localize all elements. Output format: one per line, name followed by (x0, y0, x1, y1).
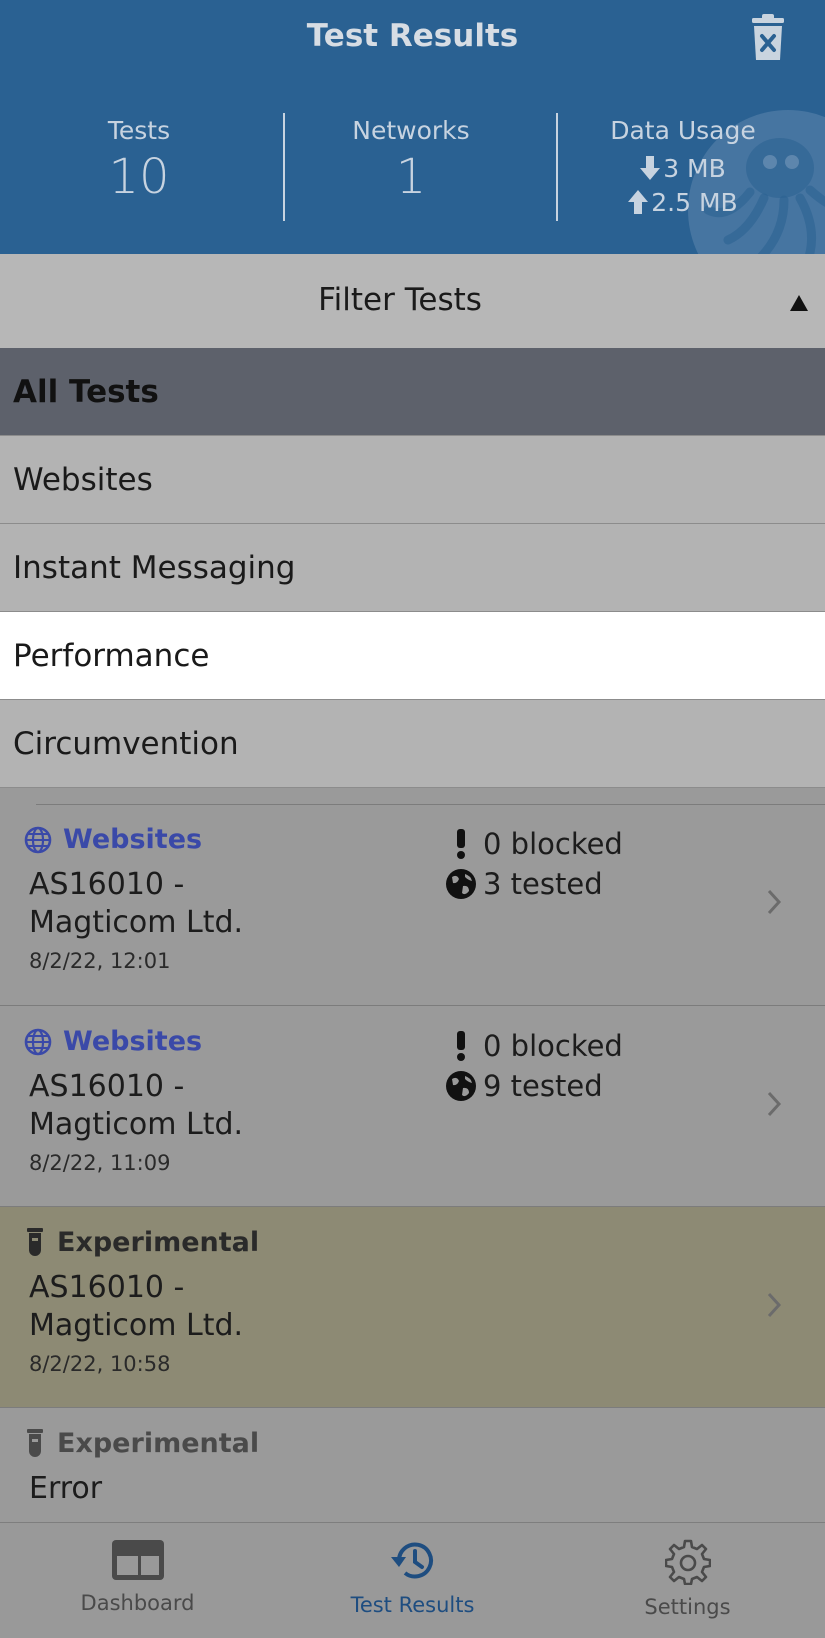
result-category: Websites (24, 824, 202, 855)
filter-option-all-tests[interactable]: All Tests (0, 348, 825, 436)
tested-count: 9 tested (483, 1069, 603, 1103)
filter-options: All Tests Websites Instant Messaging Per… (0, 348, 825, 788)
networks-label: Networks (352, 116, 470, 145)
tab-settings[interactable]: Settings (550, 1539, 825, 1619)
result-row[interactable]: Experimental AS16010 - Magticom Ltd. 8/2… (0, 1206, 825, 1407)
result-category: Experimental (24, 1428, 259, 1459)
result-row[interactable]: Websites AS16010 - Magticom Ltd. 8/2/22,… (0, 804, 825, 1005)
result-date: 8/2/22, 11:09 (29, 1151, 171, 1175)
delete-all-icon[interactable] (748, 14, 788, 62)
result-category-label: Experimental (57, 1227, 260, 1258)
tab-test-results-label: Test Results (350, 1593, 475, 1617)
result-row[interactable]: Websites AS16010 - Magticom Ltd. 8/2/22,… (0, 1005, 825, 1206)
tested-count: 3 tested (483, 867, 603, 901)
upload-arrow-icon (628, 190, 649, 214)
data-usage-label: Data Usage (610, 116, 756, 145)
result-network: AS16010 - Magticom Ltd. (29, 1068, 329, 1144)
bottom-tab-bar: Dashboard Test Results Settings (0, 1522, 825, 1638)
globe-icon (24, 826, 52, 853)
result-stats: 0 blocked 9 tested (443, 1026, 623, 1106)
filter-tests-toggle[interactable]: Filter Tests (0, 254, 825, 348)
result-category: Experimental (24, 1227, 259, 1258)
result-category: Websites (24, 1026, 202, 1057)
upload-usage: 2.5 MB (548, 185, 818, 219)
result-date: 8/2/22, 12:01 (29, 949, 171, 973)
caret-up-icon (790, 295, 808, 311)
result-network: Error (29, 1470, 329, 1508)
download-arrow-icon (640, 156, 661, 180)
filter-option-instant-messaging[interactable]: Instant Messaging (0, 524, 825, 612)
result-network-line2: Magticom Ltd. (29, 1308, 244, 1343)
page-title: Test Results (306, 18, 519, 54)
filter-option-websites[interactable]: Websites (0, 436, 825, 524)
result-network: AS16010 - Magticom Ltd. (29, 1269, 329, 1345)
dashboard-icon (111, 1540, 164, 1580)
test-tube-icon (27, 1227, 43, 1256)
data-usage-stat: Data Usage 3 MB 2.5 MB (548, 116, 818, 219)
exclamation-icon (457, 829, 465, 859)
tab-dashboard[interactable]: Dashboard (0, 1539, 275, 1615)
exclamation-icon (457, 1031, 465, 1061)
chevron-right-icon (767, 1091, 782, 1117)
tab-test-results[interactable]: Test Results (275, 1539, 550, 1617)
result-network-line2: Magticom Ltd. (29, 905, 244, 940)
results-list: Websites AS16010 - Magticom Ltd. 8/2/22,… (0, 804, 825, 1608)
upload-value: 2.5 MB (651, 187, 738, 217)
filter-option-circumvention[interactable]: Circumvention (0, 700, 825, 788)
networks-stat: Networks 1 (276, 116, 546, 205)
history-icon (390, 1542, 433, 1579)
result-network-line1: AS16010 - (29, 867, 185, 902)
filter-option-performance[interactable]: Performance (0, 612, 825, 700)
tab-settings-label: Settings (644, 1595, 731, 1619)
tests-count: 10 (108, 149, 170, 205)
chevron-right-icon (767, 889, 782, 915)
result-category-label: Websites (63, 1026, 203, 1057)
result-stats: 0 blocked 3 tested (443, 824, 623, 904)
tests-label: Tests (107, 116, 171, 145)
download-usage: 3 MB (548, 151, 818, 185)
download-value: 3 MB (663, 153, 726, 183)
result-network-line1: Error (29, 1471, 103, 1506)
tab-dashboard-label: Dashboard (80, 1591, 195, 1615)
world-icon (446, 1071, 476, 1101)
result-network: AS16010 - Magticom Ltd. (29, 866, 329, 942)
chevron-right-icon (767, 1292, 782, 1318)
result-date: 8/2/22, 10:58 (29, 1352, 171, 1376)
results-header: Test Results Tests 10 Networks 1 Data Us… (0, 0, 825, 254)
world-icon (446, 869, 476, 899)
result-network-line1: AS16010 - (29, 1069, 185, 1104)
blocked-count: 0 blocked (483, 1029, 623, 1063)
networks-count: 1 (395, 149, 427, 205)
result-network-line1: AS16010 - (29, 1270, 185, 1305)
test-tube-icon (27, 1428, 43, 1457)
filter-title: Filter Tests (318, 282, 482, 318)
tests-stat: Tests 10 (4, 116, 274, 205)
result-category-label: Experimental (57, 1428, 260, 1459)
gear-icon (664, 1539, 711, 1586)
result-network-line2: Magticom Ltd. (29, 1107, 244, 1142)
blocked-count: 0 blocked (483, 827, 623, 861)
globe-icon (24, 1028, 52, 1055)
result-category-label: Websites (63, 824, 203, 855)
